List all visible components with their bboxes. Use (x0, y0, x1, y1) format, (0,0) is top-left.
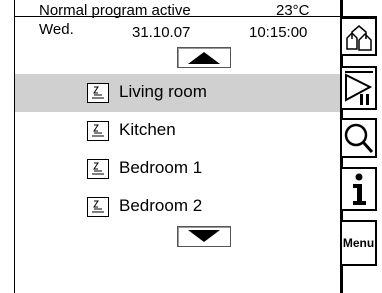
search-button[interactable] (340, 118, 377, 158)
room-item-living-room[interactable]: Living room (15, 74, 340, 112)
play-pause-button[interactable] (340, 66, 377, 110)
room-item-bedroom-1[interactable]: Bedroom 1 (15, 150, 340, 188)
control-panel-screen: Normal program active 23°C Wed. 31.10.07… (14, 0, 377, 293)
heater-icon (87, 83, 109, 103)
weekday-label: Wed. (39, 21, 74, 38)
room-label: Kitchen (119, 120, 176, 139)
scroll-up-button[interactable] (177, 47, 231, 68)
date-label: 31.10.07 (132, 24, 191, 41)
room-label: Bedroom 2 (119, 196, 203, 215)
rooms-overview-button[interactable] (340, 17, 377, 56)
sidebar: Menu (340, 17, 377, 293)
room-label: Living room (119, 82, 207, 101)
play-pause-icon (344, 71, 373, 105)
search-icon (344, 123, 373, 154)
info-icon (352, 173, 366, 205)
heater-icon (87, 159, 109, 179)
heater-icon (87, 197, 109, 217)
menu-button-label: Menu (342, 236, 375, 250)
heater-icon (87, 121, 109, 141)
program-status: Normal program active (39, 2, 191, 19)
arrow-up-icon (188, 52, 220, 64)
scroll-down-button[interactable] (177, 226, 231, 247)
room-item-kitchen[interactable]: Kitchen (15, 112, 340, 150)
arrow-down-icon (188, 230, 220, 242)
room-label: Bedroom 1 (119, 158, 203, 177)
time-label: 10:15:00 (249, 24, 308, 41)
room-item-bedroom-2[interactable]: Bedroom 2 (15, 188, 340, 226)
rooms-overview-icon (345, 24, 372, 51)
menu-button[interactable]: Menu (340, 220, 377, 266)
info-button[interactable] (340, 167, 377, 211)
temperature-readout: 23°C (276, 2, 310, 19)
